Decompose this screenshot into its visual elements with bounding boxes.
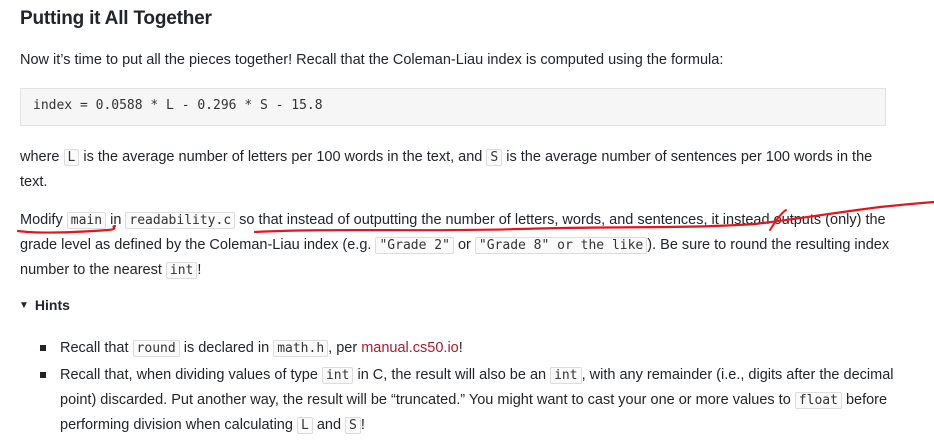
text: Recall that [60, 340, 133, 356]
document: Putting it All Together Now it’s time to… [0, 0, 934, 434]
text: or [453, 237, 475, 253]
list-item: Recall that, when dividing values of typ… [40, 363, 900, 438]
text: ! [458, 340, 463, 356]
intro-paragraph: Now it’s time to put all the pieces toge… [20, 52, 724, 68]
inline-code-grade2: "Grade 2" [375, 237, 454, 254]
list-item: Recall that round is declared in math.h,… [40, 336, 900, 361]
inline-code-L: L [63, 149, 80, 166]
inline-code-math-h: math.h [273, 340, 329, 357]
formula-code: index = 0.0588 * L - 0.296 * S - 15.8 [33, 98, 323, 113]
text: in C, the result will also be an [353, 367, 551, 383]
inline-code-int: int [550, 367, 582, 384]
text: , per [328, 340, 362, 356]
inline-code-S: S [345, 417, 361, 434]
bullet-icon [40, 345, 46, 351]
hints-label: Hints [34, 297, 70, 313]
section-heading: Putting it All Together [20, 8, 212, 29]
manual-link[interactable]: manual.cs50.io [361, 340, 459, 356]
inline-code-float: float [794, 392, 842, 409]
formula-code-block: index = 0.0588 * L - 0.296 * S - 15.8 [20, 88, 886, 126]
text: is declared in [179, 340, 274, 356]
text: Recall that, when dividing values of typ… [60, 367, 322, 383]
inline-code-main: main [66, 212, 107, 229]
bullet-icon [40, 372, 46, 378]
hints-toggle[interactable]: ▼ Hints [19, 297, 70, 313]
text: ! [197, 262, 202, 278]
text: ! [360, 417, 365, 433]
inline-code-int: int [165, 262, 198, 279]
hints-list: Recall that round is declared in math.h,… [40, 336, 900, 440]
text: Modify [20, 212, 67, 228]
inline-code-S: S [486, 149, 503, 166]
inline-code-grade8: "Grade 8" or the like [474, 237, 648, 254]
triangle-down-icon: ▼ [19, 299, 29, 311]
text: where [20, 149, 64, 165]
text: and [312, 417, 346, 433]
inline-code-int: int [321, 367, 354, 384]
inline-code-readability: readability.c [125, 212, 236, 229]
text: in [106, 212, 126, 228]
modify-paragraph: Modify main in readability.c so that ins… [20, 208, 900, 283]
inline-code-L: L [296, 417, 313, 434]
inline-code-round: round [132, 340, 180, 357]
where-paragraph: where L is the average number of letters… [20, 145, 900, 194]
text: is the average number of letters per 100… [79, 149, 487, 165]
